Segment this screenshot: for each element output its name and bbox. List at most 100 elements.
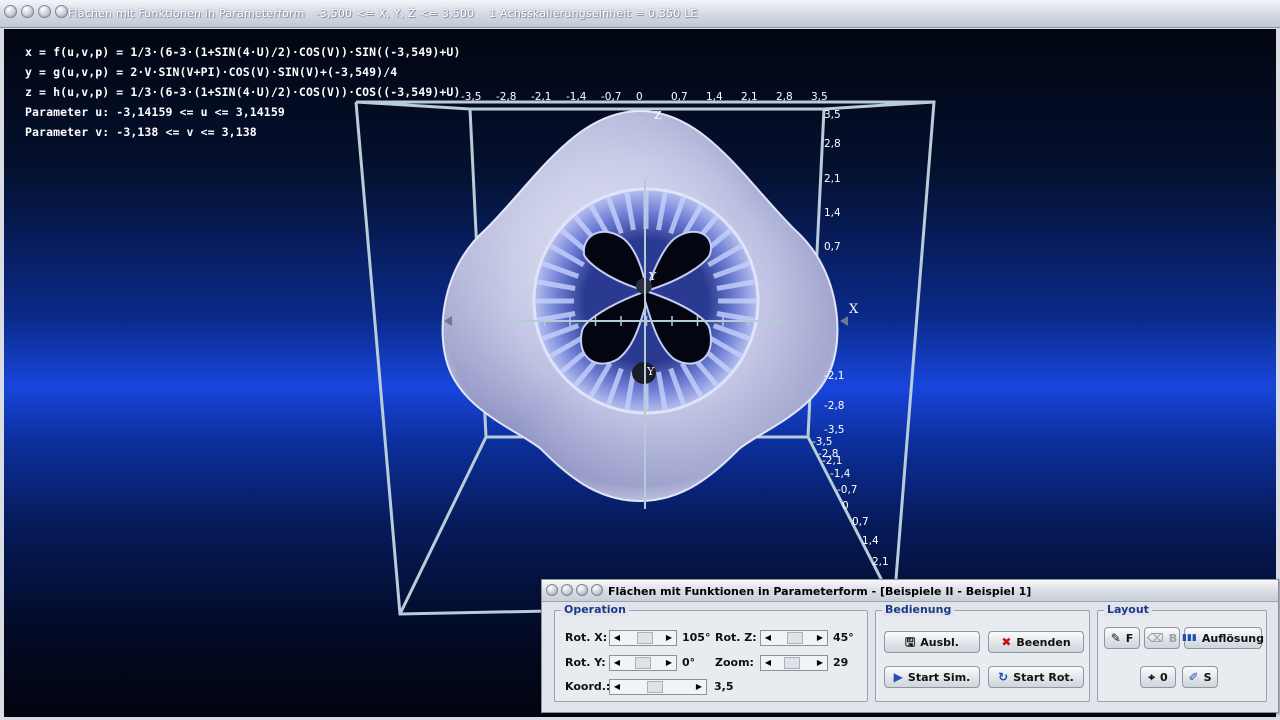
ausbl-button-label: Ausbl. <box>920 635 959 649</box>
zoom-label: Zoom: <box>715 656 754 669</box>
menu-circle-icon[interactable] <box>55 5 68 18</box>
slider-thumb[interactable] <box>635 657 651 669</box>
zoom-slider[interactable]: ◀ ▶ <box>760 655 828 671</box>
top-tick-label: -3,5 <box>461 91 482 103</box>
depth-tick-label: 0,7 <box>852 516 869 528</box>
start-sim-button[interactable]: ▶ Start Sim. <box>884 666 980 688</box>
y-axis-label-top: Y <box>648 270 657 283</box>
layout-b-button[interactable]: ⌫ B <box>1144 627 1180 649</box>
depth-tick-label: -3,5 <box>812 436 833 448</box>
top-tick-label: -1,4 <box>566 91 587 103</box>
crosshair-icon: ⌖ <box>1148 670 1156 684</box>
x-axis-arrow <box>840 316 848 326</box>
parameter-v: Parameter v: -3,138 <= v <= 3,138 <box>25 125 257 139</box>
slider-left-arrow-icon[interactable]: ◀ <box>610 656 624 670</box>
window-title: Flächen mit Funktionen in Parameterform … <box>68 7 698 20</box>
dialog-titlebar[interactable]: Flächen mit Funktionen in Parameterform … <box>542 580 1278 602</box>
parameter-u: Parameter u: -3,14159 <= u <= 3,14159 <box>25 105 285 119</box>
slider-right-arrow-icon[interactable]: ▶ <box>692 680 706 694</box>
layout-group: Layout ✎ F ⌫ B ▮▮▮ Auflösung ⌖ 0 ✐ S <box>1097 603 1267 702</box>
formula-z: z = h(u,v,p) = 1/3·(6-3·(1+SIN(4·U)/2)·C… <box>25 85 461 99</box>
parametric-surface <box>441 109 839 503</box>
right-tick-label: 2,1 <box>824 173 841 185</box>
koord-label: Koord.: <box>565 680 611 693</box>
layout-s-label: S <box>1203 670 1212 684</box>
dialog-minimize-circle-icon[interactable] <box>561 584 573 596</box>
slider-left-arrow-icon[interactable]: ◀ <box>610 631 624 645</box>
dialog-close-circle-icon[interactable] <box>546 584 558 596</box>
layout-0-button[interactable]: ⌖ 0 <box>1140 666 1176 688</box>
depth-tick-label: 2,1 <box>872 556 889 568</box>
layout-group-label: Layout <box>1104 603 1152 616</box>
start-sim-button-label: Start Sim. <box>907 670 971 684</box>
rot-y-value: 0° <box>682 656 696 669</box>
top-tick-label: -2,1 <box>531 91 552 103</box>
slider-thumb[interactable] <box>647 681 664 693</box>
right-tick-label: -2,1 <box>824 370 845 382</box>
main-titlebar[interactable]: Flächen mit Funktionen in Parameterform … <box>0 0 1280 28</box>
operation-group-label: Operation <box>561 603 629 616</box>
top-tick-label: -2,8 <box>496 91 517 103</box>
formula-x: x = f(u,v,p) = 1/3·(6-3·(1+SIN(4·U)/2)·C… <box>25 45 461 59</box>
depth-tick-label: -1,4 <box>830 468 851 480</box>
brush-icon: ✎ <box>1110 631 1121 645</box>
slider-right-arrow-icon[interactable]: ▶ <box>662 631 676 645</box>
rot-z-label: Rot. Z: <box>715 631 757 644</box>
slider-left-arrow-icon[interactable]: ◀ <box>761 631 775 645</box>
operation-group: Operation Rot. X: ◀ ▶ 105° Rot. Z: ◀ ▶ 4… <box>554 603 868 702</box>
rot-y-slider[interactable]: ◀ ▶ <box>609 655 677 671</box>
resolution-icon: ▮▮▮ <box>1182 633 1197 643</box>
beenden-button[interactable]: ✖ Beenden <box>988 631 1084 653</box>
slider-thumb[interactable] <box>787 632 804 644</box>
y-axis-label-bottom: Y <box>646 365 655 378</box>
depth-tick-label: -2,1 <box>822 455 843 467</box>
rot-x-slider[interactable]: ◀ ▶ <box>609 630 677 646</box>
slider-thumb[interactable] <box>783 657 800 669</box>
slider-right-arrow-icon[interactable]: ▶ <box>662 656 676 670</box>
layout-s-button[interactable]: ✐ S <box>1182 666 1218 688</box>
right-tick-label: 2,8 <box>824 138 841 150</box>
rot-x-value: 105° <box>682 631 711 644</box>
rot-z-value: 45° <box>833 631 854 644</box>
pen-icon: ✐ <box>1188 670 1199 684</box>
layout-0-label: 0 <box>1160 670 1168 684</box>
rot-x-label: Rot. X: <box>565 631 608 644</box>
close-circle-icon[interactable] <box>4 5 17 18</box>
bedienung-group-label: Bedienung <box>882 603 955 616</box>
formula-y: y = g(u,v,p) = 2·V·SIN(V+PI)·COS(V)·SIN(… <box>25 65 398 79</box>
slider-right-arrow-icon[interactable]: ▶ <box>813 631 827 645</box>
slider-left-arrow-icon[interactable]: ◀ <box>761 656 775 670</box>
slider-thumb[interactable] <box>636 632 653 644</box>
layout-f-button[interactable]: ✎ F <box>1104 627 1140 649</box>
dialog-maximize-circle-icon[interactable] <box>576 584 588 596</box>
right-tick-label: 0,7 <box>824 241 841 253</box>
minimize-circle-icon[interactable] <box>21 5 34 18</box>
koord-slider[interactable]: ◀ ▶ <box>609 679 707 695</box>
slider-right-arrow-icon[interactable]: ▶ <box>813 656 827 670</box>
rot-z-slider[interactable]: ◀ ▶ <box>760 630 828 646</box>
right-tick-label: -3,5 <box>824 424 845 436</box>
dialog-menu-circle-icon[interactable] <box>591 584 603 596</box>
right-tick-label: -2,8 <box>824 400 845 412</box>
start-rot-button[interactable]: ↻ Start Rot. <box>988 666 1084 688</box>
dialog-title: Flächen mit Funktionen in Parameterform … <box>608 585 1032 598</box>
top-tick-label: 2,8 <box>776 91 793 103</box>
right-tick-label: 3,5 <box>824 109 841 121</box>
right-tick-label: 1,4 <box>824 207 841 219</box>
slider-left-arrow-icon[interactable]: ◀ <box>610 680 624 694</box>
aufloesung-button-label: Auflösung <box>1201 631 1264 645</box>
play-icon: ▶ <box>893 670 903 684</box>
maximize-circle-icon[interactable] <box>38 5 51 18</box>
top-tick-label: 2,1 <box>741 91 758 103</box>
hide-icon: 🖫 <box>905 635 916 649</box>
eraser-icon: ⌫ <box>1146 631 1164 645</box>
rot-y-label: Rot. Y: <box>565 656 606 669</box>
depth-tick-label: 0 <box>842 500 849 512</box>
top-tick-label: 0 <box>636 91 643 103</box>
beenden-button-label: Beenden <box>1016 635 1071 649</box>
zoom-value: 29 <box>833 656 849 669</box>
aufloesung-button[interactable]: ▮▮▮ Auflösung <box>1182 627 1264 649</box>
z-axis-label: Z <box>654 109 662 122</box>
top-tick-label: -0,7 <box>601 91 622 103</box>
ausbl-button[interactable]: 🖫 Ausbl. <box>884 631 980 653</box>
